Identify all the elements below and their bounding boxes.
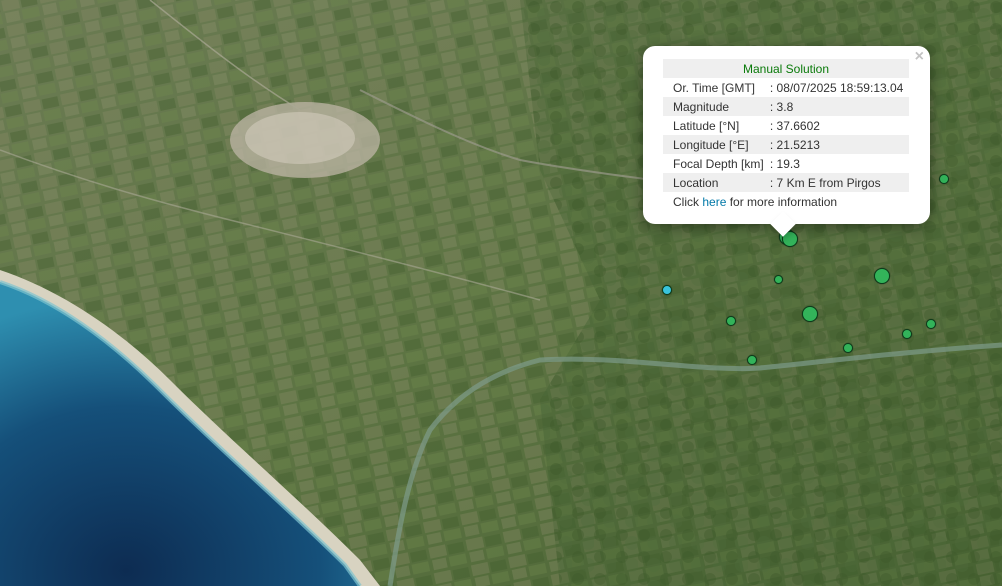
row-label: Focal Depth [km] xyxy=(673,156,764,171)
earthquake-marker[interactable] xyxy=(774,275,783,284)
row-label: Or. Time [GMT] xyxy=(673,80,756,95)
row-value: : 19.3 xyxy=(769,156,800,171)
table-row: Focal Depth [km] : 19.3 xyxy=(663,154,909,173)
earthquake-marker[interactable] xyxy=(902,329,912,339)
more-info-link[interactable]: here xyxy=(702,195,726,209)
earthquake-info-popup: × Manual Solution Or. Time [GMT] : 08/07… xyxy=(643,46,930,237)
row-label: Longitude [°E] xyxy=(663,135,768,154)
more-info-suffix: for more information xyxy=(726,195,838,209)
row-value: : 21.5213 xyxy=(767,135,909,154)
row-value: : 3.8 xyxy=(767,97,909,116)
row-value: : 08/07/2025 18:59:13.04 xyxy=(769,80,904,95)
popup-title-row: Manual Solution xyxy=(663,59,909,78)
row-label: Latitude [°N] xyxy=(673,118,740,133)
earthquake-marker[interactable] xyxy=(802,306,818,322)
row-label: Magnitude xyxy=(663,97,768,116)
earthquake-marker[interactable] xyxy=(926,319,936,329)
earthquake-marker[interactable] xyxy=(939,174,949,184)
more-info-line: Click here for more information xyxy=(663,194,910,210)
earthquake-details-table: Manual Solution Or. Time [GMT] : 08/07/2… xyxy=(663,59,909,192)
popup-title: Manual Solution xyxy=(663,59,909,78)
earthquake-marker[interactable] xyxy=(747,355,757,365)
map-view[interactable]: × Manual Solution Or. Time [GMT] : 08/07… xyxy=(0,0,1002,586)
row-value: : 37.6602 xyxy=(769,118,820,133)
earthquake-marker[interactable] xyxy=(726,316,736,326)
earthquake-marker-cyan[interactable] xyxy=(662,285,672,295)
table-row: Latitude [°N] : 37.6602 xyxy=(663,116,909,135)
more-info-prefix: Click xyxy=(673,195,703,209)
table-row: Or. Time [GMT] : 08/07/2025 18:59:13.04 xyxy=(663,78,909,97)
table-row: Location : 7 Km E from Pirgos xyxy=(663,173,909,192)
table-row: Magnitude : 3.8 xyxy=(663,97,909,116)
row-label: Location xyxy=(663,173,768,192)
earthquake-marker[interactable] xyxy=(874,268,890,284)
table-row: Longitude [°E] : 21.5213 xyxy=(663,135,909,154)
close-icon[interactable]: × xyxy=(915,49,924,65)
earthquake-marker[interactable] xyxy=(843,343,853,353)
row-value: : 7 Km E from Pirgos xyxy=(767,173,909,192)
